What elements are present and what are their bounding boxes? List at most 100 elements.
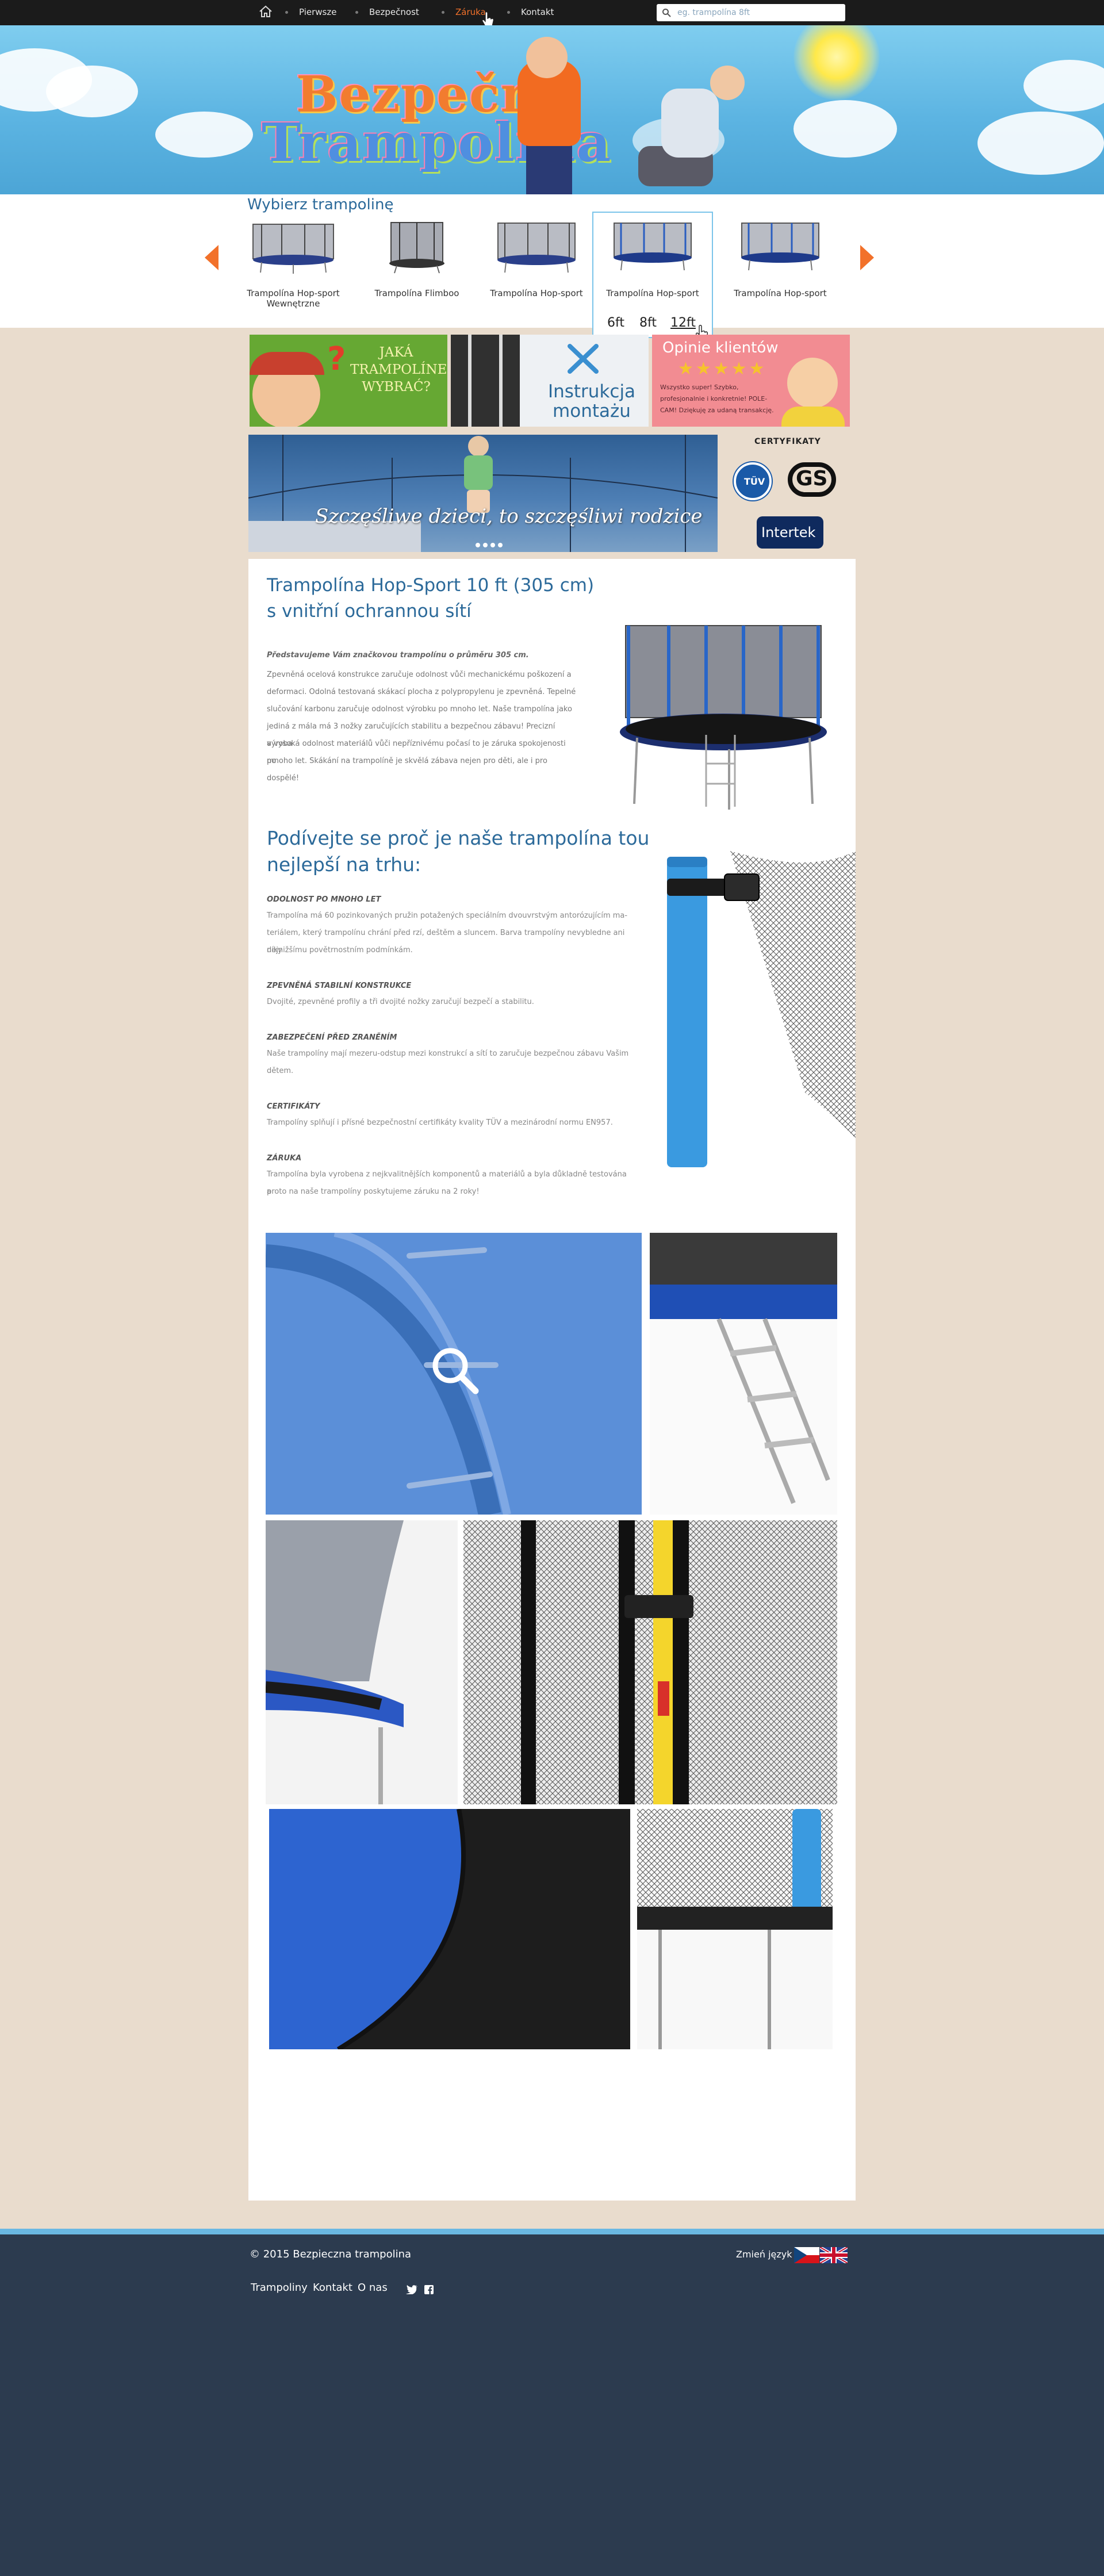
facebook-icon[interactable]	[424, 2285, 434, 2294]
size-option-6ft[interactable]: 6ft	[607, 316, 624, 330]
cloud	[46, 66, 138, 117]
gallery-image-net-zipper[interactable]	[463, 1520, 837, 1804]
reason-text: nejnižšímu povětrnostním podmínkám.	[267, 946, 413, 954]
copyright-text: © 2015 Bezpieczna trampolina	[250, 2248, 412, 2260]
nav-separator	[285, 11, 288, 14]
reason-heading: ZPEVNĚNÁ STABILNÍ KONSTRUKCE	[267, 982, 412, 990]
gallery-image-ladder[interactable]	[650, 1233, 837, 1515]
carousel-prev-arrow-icon[interactable]	[205, 245, 218, 270]
jumping-girl-image	[710, 66, 745, 100]
slider-dot[interactable]	[483, 543, 488, 547]
reason-text: Trampolína má 60 pozinkovaných pružin po…	[267, 911, 628, 920]
home-icon[interactable]	[259, 5, 273, 18]
reason-text: proto na naše trampolíny poskytujeme zár…	[267, 1187, 480, 1196]
slider-dot[interactable]	[490, 543, 495, 547]
cartoon-boy-image	[250, 352, 324, 375]
manual-banner-text-2: montażu	[553, 401, 631, 421]
product-label: Trampolína Flimboo	[374, 288, 459, 298]
product-description: deformaci. Odolná testovaná skákací ploc…	[267, 688, 576, 696]
czech-flag-icon[interactable]	[794, 2247, 819, 2263]
jumping-boy-image	[526, 37, 568, 78]
gallery-image-springs[interactable]	[266, 1233, 642, 1515]
change-language-label: Zmień język	[736, 2249, 792, 2260]
reason-text: Dvojité, zpevněné profily a tři dvojité …	[267, 998, 534, 1006]
footer-divider	[0, 2229, 1104, 2234]
cloud	[155, 112, 253, 158]
ladder-image	[468, 335, 503, 427]
reason-heading: ZÁRUKA	[267, 1154, 302, 1163]
nav-item-kontakt[interactable]: Kontakt	[521, 7, 554, 17]
product-card[interactable]: Trampolína Flimboo	[368, 220, 466, 298]
cloud	[1023, 60, 1104, 112]
choose-banner-text: JAKÁ TRAMPOLÍNE WYBRAĆ?	[350, 345, 447, 394]
trampoline-thumbnail	[389, 222, 444, 274]
search-input[interactable]	[676, 6, 840, 19]
twitter-icon[interactable]	[406, 2285, 417, 2294]
reasons-title-line-2: nejlepší na trhu:	[267, 853, 421, 876]
gallery-image-padding-mat[interactable]	[269, 1809, 630, 2049]
magnifier-zoom-icon[interactable]	[430, 1345, 481, 1402]
review-text: Wszystko super! Szybko, profesjonalnie i…	[660, 384, 774, 414]
sun-icon	[793, 25, 880, 100]
cloud	[977, 112, 1104, 175]
trampoline-thumbnail	[497, 223, 576, 273]
product-label: Trampolína Hop-sport	[606, 288, 699, 298]
footer	[0, 2234, 1104, 2576]
trampoline-thumbnail	[252, 224, 334, 274]
search-icon[interactable]	[662, 8, 671, 17]
net-pole-image	[667, 851, 856, 1167]
product-description: mnoho let. Skákání na trampolíně je skvě…	[267, 757, 547, 783]
footer-link-trampoliny[interactable]: Trampoliny	[251, 2282, 308, 2294]
selector-title: Wybierz trampolinę	[247, 196, 394, 213]
product-intro: Představujeme Vám značkovou trampolínu o…	[267, 651, 529, 660]
cloud	[793, 100, 897, 158]
trampoline-thumbnail	[614, 223, 692, 271]
jumping-girl-image	[661, 89, 719, 158]
assembly-instructions-banner[interactable]: Instrukcja montażu	[451, 335, 649, 427]
nav-item-pierwsze[interactable]: Pierwsze	[299, 7, 336, 17]
search-box	[657, 4, 845, 21]
nav-separator	[355, 11, 358, 14]
hero-banner: Bezpečná Trampolína	[0, 25, 1104, 194]
product-label: Trampolína Hop-sport Wewnętrzne	[247, 288, 340, 309]
gs-certificate-logo: GS	[788, 462, 836, 504]
reason-heading: ZABEZPEČENÍ PŘED ZRANĚNÍM	[267, 1033, 397, 1042]
smiling-girl-image	[781, 407, 845, 427]
tools-icon	[568, 344, 599, 374]
top-navigation-bar: Pierwsze Bezpečnost Záruka Kontakt	[0, 0, 1104, 27]
size-option-12ft[interactable]: 12ft	[670, 316, 696, 330]
size-option-8ft[interactable]: 8ft	[639, 316, 657, 330]
reasons-title-line-1: Podívejte se proč je naše trampolína tou	[267, 827, 650, 849]
image-slider[interactable]	[248, 435, 718, 552]
nav-item-bezpecnost[interactable]: Bezpečnost	[369, 7, 419, 17]
jumping-boy-image	[526, 140, 572, 194]
product-card[interactable]: Trampolína Hop-sport	[731, 220, 829, 298]
product-card[interactable]: Trampolína Hop-sport	[488, 220, 585, 298]
gallery-image-frame-pad[interactable]	[266, 1520, 458, 1804]
reason-text: dětem.	[267, 1067, 294, 1075]
slider-caption: Szczęśliwe dzieci, to szczęśliwi rodzice	[315, 505, 703, 528]
product-description: slučování karbonu zaručuje odolnost výro…	[267, 705, 572, 714]
slider-dot-active[interactable]	[476, 543, 480, 547]
manual-banner-text-1: Instrukcja	[547, 381, 636, 402]
trampoline-net-image	[248, 435, 718, 552]
intertek-certificate-logo: Intertek	[757, 516, 823, 549]
footer-link-kontakt[interactable]: Kontakt	[313, 2282, 352, 2294]
footer-link-o-nas[interactable]: O nas	[358, 2282, 388, 2294]
reason-heading: CERTIFIKÁTY	[267, 1102, 320, 1111]
reason-text: Naše trampolíny mají mezeru-odstup mezi …	[267, 1049, 629, 1058]
smiling-girl-image	[787, 358, 838, 408]
product-card[interactable]: Trampolína Hop-sport Wewnętrzne	[244, 220, 342, 309]
uk-flag-icon[interactable]	[820, 2247, 848, 2263]
product-card[interactable]: Trampolína Hop-sport	[604, 220, 702, 298]
nav-separator	[507, 11, 510, 14]
rating-stars-icon: ★★★★★	[678, 359, 767, 379]
gallery-image-leg-pole[interactable]	[637, 1809, 833, 2049]
customer-reviews-banner[interactable]: Opinie klientów ★★★★★ Wszystko super! Sz…	[652, 335, 850, 427]
reviews-title: Opinie klientów	[662, 339, 779, 356]
carousel-next-arrow-icon[interactable]	[860, 245, 874, 270]
question-mark-icon: ?	[327, 340, 346, 378]
slider-dot[interactable]	[498, 543, 503, 547]
choose-trampoline-banner[interactable]: ? JAKÁ TRAMPOLÍNE WYBRAĆ?	[250, 335, 447, 427]
trampoline-product-image	[620, 625, 827, 810]
